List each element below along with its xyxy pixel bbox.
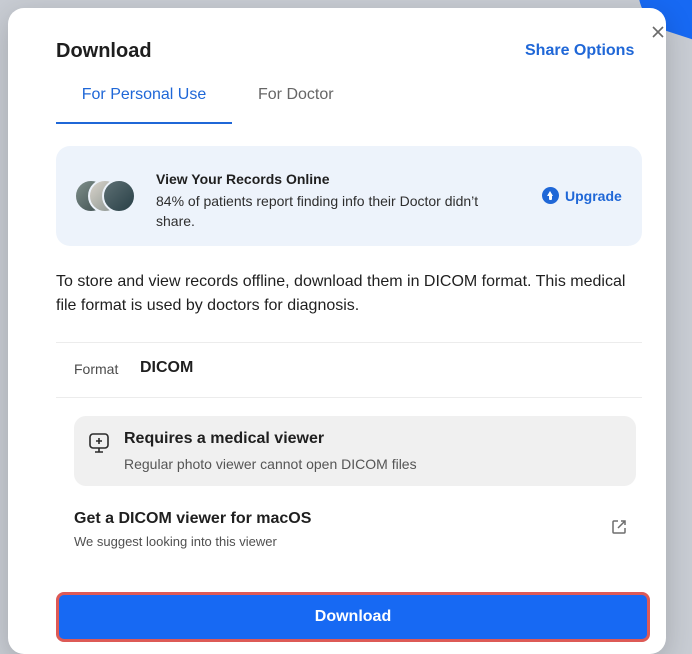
- dicom-viewer-subtitle: We suggest looking into this viewer: [74, 534, 277, 549]
- external-link-icon: [612, 520, 626, 534]
- format-value: DICOM: [140, 359, 194, 376]
- medical-viewer-icon: [88, 432, 110, 454]
- avatar: [102, 179, 136, 213]
- upgrade-icon: [542, 187, 559, 204]
- close-button[interactable]: [650, 24, 666, 40]
- tab-for-personal-use[interactable]: For Personal Use: [56, 86, 232, 124]
- dicom-viewer-title: Get a DICOM viewer for macOS: [74, 510, 312, 527]
- promo-text: 84% of patients report finding info thei…: [156, 193, 479, 229]
- viewer-note-subtitle: Regular photo viewer cannot open DICOM f…: [124, 456, 417, 472]
- medical-viewer-note: Requires a medical viewer Regular photo …: [74, 416, 636, 486]
- download-tabs: For Personal Use For Doctor: [56, 86, 356, 124]
- download-button[interactable]: Download: [56, 592, 650, 642]
- tab-for-doctor[interactable]: For Doctor: [258, 86, 334, 104]
- format-label: Format: [74, 361, 119, 377]
- format-row: Format DICOM: [56, 342, 642, 398]
- promo-title: View Your Records Online: [156, 171, 330, 187]
- share-options-link[interactable]: Share Options: [525, 42, 634, 60]
- offline-description: To store and view records offline, downl…: [56, 273, 626, 314]
- close-icon: [652, 26, 664, 38]
- viewer-note-title: Requires a medical viewer: [124, 430, 325, 447]
- external-link-button[interactable]: [610, 518, 628, 536]
- records-online-promo: View Your Records Online 84% of patients…: [56, 146, 642, 246]
- modal-title: Download: [56, 40, 152, 62]
- upgrade-button[interactable]: Upgrade: [542, 187, 622, 204]
- patient-avatar-group: [74, 179, 138, 213]
- download-modal: Download Share Options For Personal Use …: [8, 8, 666, 654]
- upgrade-label: Upgrade: [565, 187, 622, 204]
